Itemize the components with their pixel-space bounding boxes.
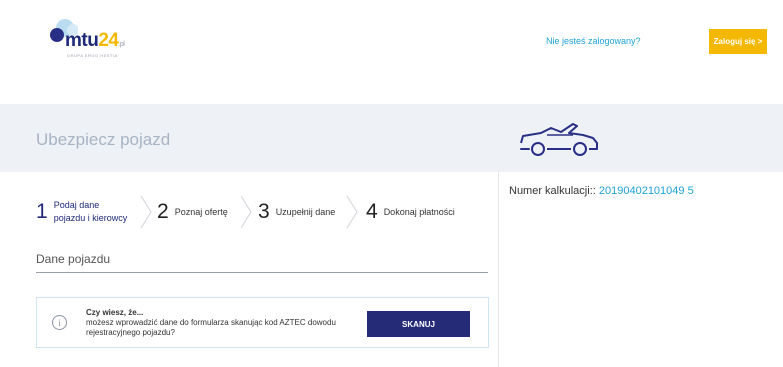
car-icon bbox=[520, 123, 598, 156]
progress-steps: 1 Podaj dane pojazdu i kierowcy 2 Poznaj … bbox=[36, 192, 492, 232]
step-3: 3 Uzupełnij dane bbox=[258, 192, 335, 232]
step-2: 2 Poznaj ofertę bbox=[157, 192, 228, 232]
info-text: możesz wprowadzić dane do formularza ska… bbox=[86, 318, 336, 337]
calculation-number: Numer kalkulacji:: 20190402101049 5 bbox=[509, 185, 694, 197]
chevron-right-icon bbox=[140, 195, 152, 229]
step-label: Dokonaj płatności bbox=[383, 206, 455, 217]
step-label: Uzupełnij dane bbox=[275, 206, 336, 217]
chevron-right-icon bbox=[346, 195, 358, 229]
not-logged-in-link[interactable]: Nie jesteś zalogowany? bbox=[546, 36, 641, 46]
step-label: Poznaj ofertę bbox=[174, 206, 228, 217]
section-title: Dane pojazdu bbox=[36, 252, 111, 266]
calculation-value: 20190402101049 5 bbox=[598, 185, 694, 197]
logo-subtitle: GRUPA ERGO HESTIA bbox=[67, 53, 118, 58]
panel-divider bbox=[498, 172, 499, 367]
aztec-info-box: i Czy wiesz, że... możesz wprowadzić dan… bbox=[36, 297, 489, 348]
step-4: 4 Dokonaj płatności bbox=[366, 192, 455, 232]
scan-button[interactable]: SKANUJ bbox=[367, 311, 470, 337]
page-title: Ubezpiecz pojazd bbox=[36, 130, 171, 149]
logo-text: mtu24.pl bbox=[65, 30, 125, 51]
login-button[interactable]: Zaloguj się > bbox=[709, 29, 767, 54]
chevron-right-icon bbox=[240, 195, 252, 229]
info-title: Czy wiesz, że... bbox=[86, 308, 144, 317]
step-number: 4 bbox=[366, 200, 378, 223]
header: mtu24.pl GRUPA ERGO HESTIA Nie jesteś za… bbox=[0, 0, 783, 104]
step-label: Podaj dane pojazdu i kierowcy bbox=[53, 200, 128, 223]
step-number: 2 bbox=[157, 200, 169, 223]
step-number: 3 bbox=[258, 200, 270, 223]
calculation-label: Numer kalkulacji:: bbox=[509, 185, 596, 197]
section-divider bbox=[36, 272, 488, 273]
logo[interactable]: mtu24.pl GRUPA ERGO HESTIA bbox=[48, 18, 148, 62]
info-icon: i bbox=[52, 315, 67, 330]
step-1: 1 Podaj dane pojazdu i kierowcy bbox=[36, 192, 127, 232]
page-banner: Ubezpiecz pojazd bbox=[0, 104, 783, 172]
step-number: 1 bbox=[36, 200, 48, 223]
